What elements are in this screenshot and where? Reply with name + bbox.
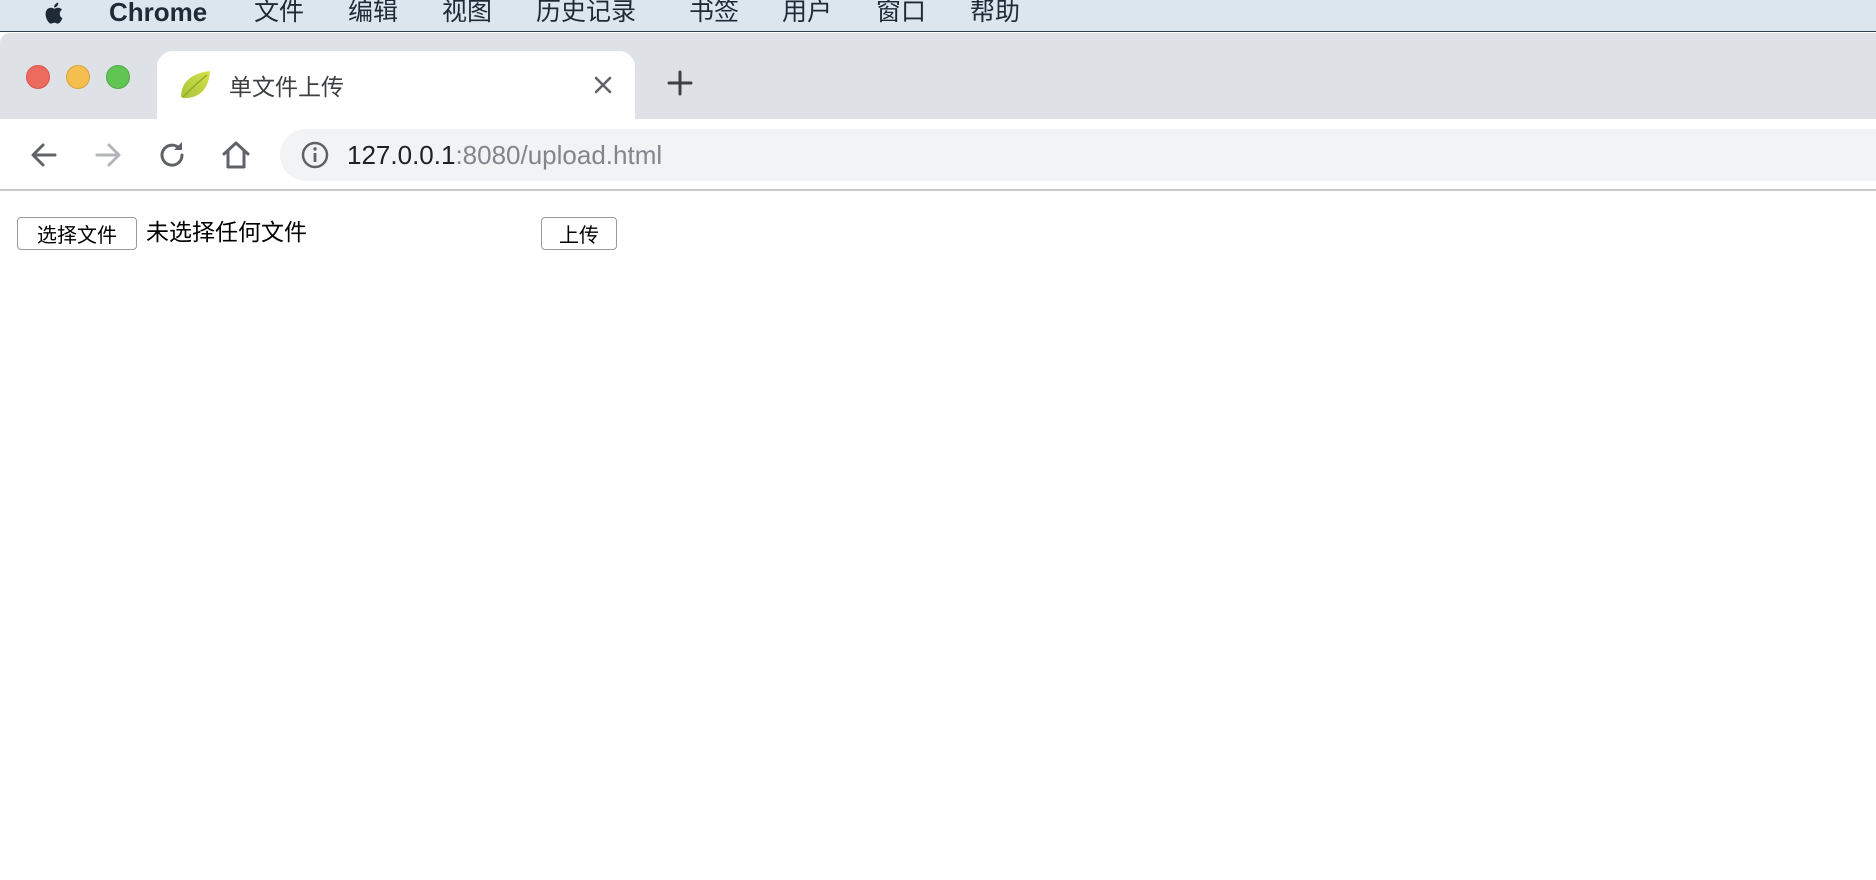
tab-title: 单文件上传 (229, 75, 344, 101)
address-bar[interactable]: 127.0.0.1:8080/upload.html (280, 129, 1876, 181)
reload-icon[interactable] (155, 138, 189, 172)
window-maximize-button[interactable] (106, 65, 130, 89)
home-icon[interactable] (219, 138, 253, 172)
menu-history[interactable]: 历史记录 (536, 0, 636, 26)
window-close-button[interactable] (26, 65, 50, 89)
info-icon[interactable] (300, 140, 330, 170)
active-tab[interactable]: 单文件上传 (157, 51, 635, 119)
menu-edit[interactable]: 编辑 (348, 0, 398, 26)
new-tab-plus-icon[interactable] (665, 68, 695, 98)
close-icon[interactable] (591, 73, 615, 97)
menu-bookmarks[interactable]: 书签 (689, 0, 739, 26)
url-host: 127.0.0.1 (347, 140, 456, 170)
macos-menubar: Chrome 文件 编辑 视图 历史记录 书签 用户 窗口 帮助 (0, 0, 1876, 32)
menu-people[interactable]: 用户 (782, 0, 832, 26)
url-path: :8080/upload.html (455, 140, 663, 170)
apple-icon[interactable] (40, 0, 70, 26)
spring-leaf-icon (181, 71, 210, 99)
url-text[interactable]: 127.0.0.1:8080/upload.html (347, 138, 662, 172)
menu-file[interactable]: 文件 (254, 0, 304, 26)
menu-help[interactable]: 帮助 (970, 0, 1020, 26)
menu-window[interactable]: 窗口 (876, 0, 926, 26)
menu-view[interactable]: 视图 (442, 0, 492, 26)
file-status-text: 未选择任何文件 (146, 220, 307, 246)
choose-file-button[interactable]: 选择文件 (17, 217, 137, 250)
window-minimize-button[interactable] (66, 65, 90, 89)
page-content: 选择文件 未选择任何文件 上传 (0, 191, 1876, 880)
back-arrow-icon[interactable] (27, 138, 61, 172)
forward-arrow-icon[interactable] (91, 138, 125, 172)
menu-app-name[interactable]: Chrome (109, 0, 207, 26)
upload-button[interactable]: 上传 (541, 217, 617, 250)
